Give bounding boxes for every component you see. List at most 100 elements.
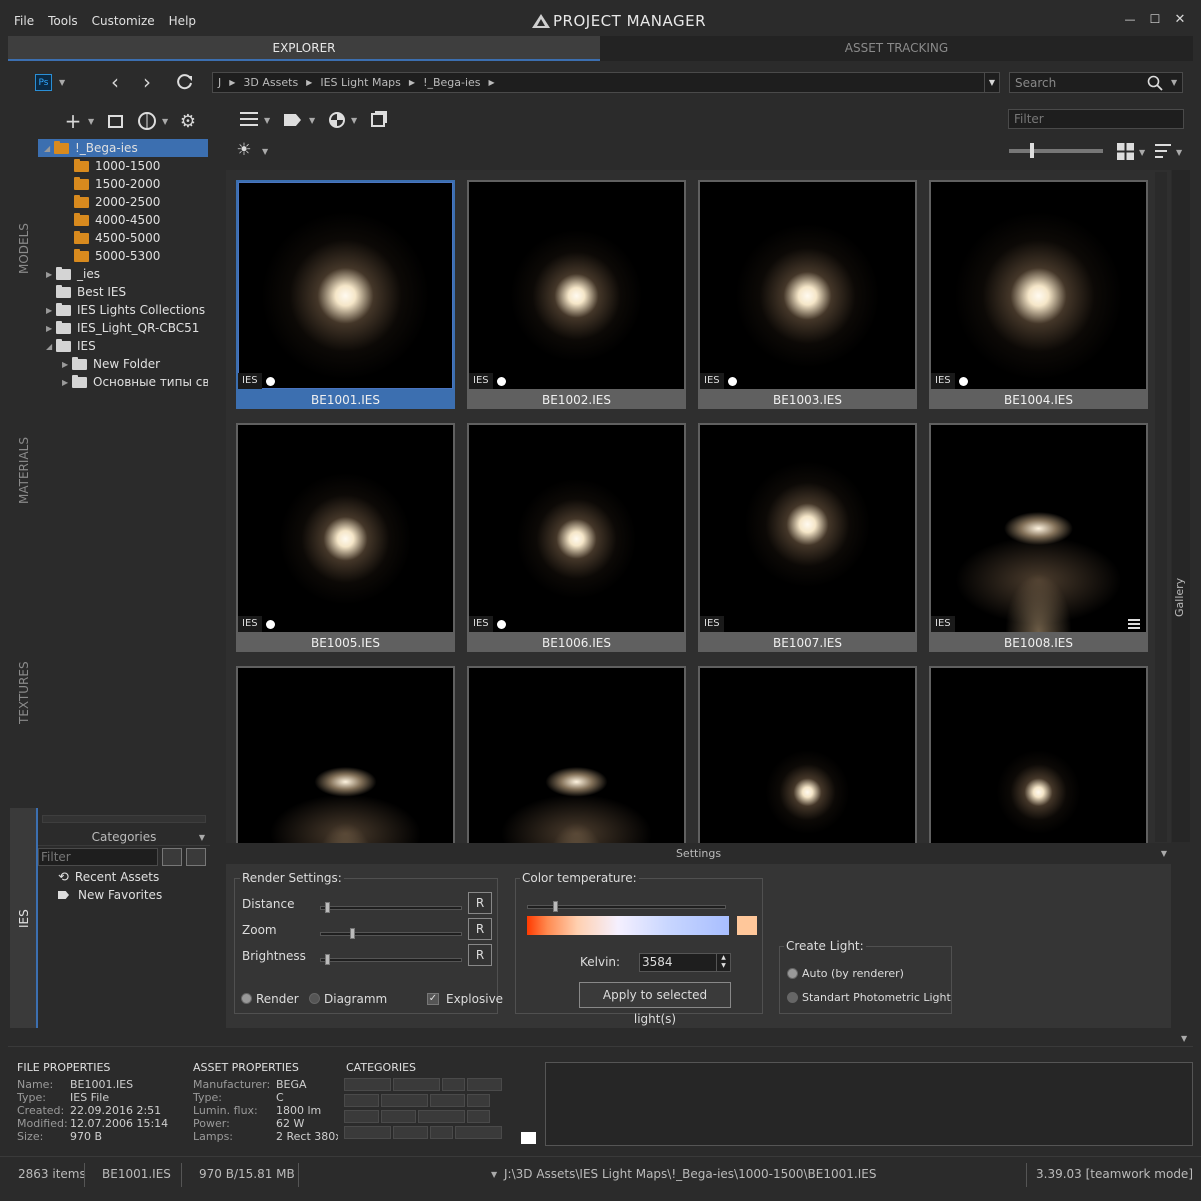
- grid-view-icon[interactable]: [1117, 143, 1134, 160]
- asset-thumbnail[interactable]: IES BE1006.IES: [467, 423, 686, 652]
- tree-item[interactable]: 2000-2500: [74, 193, 160, 211]
- copy-icon[interactable]: [371, 113, 385, 127]
- list-view-icon[interactable]: [240, 112, 258, 128]
- tree-item[interactable]: 4000-4500: [74, 211, 160, 229]
- category-recent-assets[interactable]: ⟲ Recent Assets: [58, 868, 159, 886]
- expand-arrow-icon[interactable]: ▶: [46, 270, 56, 279]
- chevron-down-icon[interactable]: ▼: [491, 1170, 497, 1179]
- details-icon[interactable]: [1128, 619, 1140, 630]
- minimize-button[interactable]: —: [1120, 10, 1140, 28]
- menu-customize[interactable]: Customize: [92, 14, 155, 28]
- expand-arrow-icon[interactable]: ▶: [46, 324, 56, 333]
- expand-arrow-icon[interactable]: ▶: [62, 378, 72, 387]
- expand-arrow-icon[interactable]: ▶: [46, 306, 56, 315]
- chevron-down-icon[interactable]: ▼: [262, 147, 268, 156]
- expand-arrow-icon[interactable]: ◢: [46, 342, 56, 351]
- light-bulb-icon[interactable]: ☀: [234, 140, 254, 160]
- menu-help[interactable]: Help: [169, 14, 196, 28]
- tree-item[interactable]: 5000-5300: [74, 247, 160, 265]
- zoom-slider[interactable]: [320, 932, 462, 936]
- asset-thumbnail[interactable]: [929, 666, 1148, 843]
- kelvin-spin-buttons[interactable]: ▲ ▼: [716, 954, 730, 971]
- tree-item[interactable]: 4500-5000: [74, 229, 160, 247]
- chevron-down-icon[interactable]: ▼: [1181, 1034, 1187, 1043]
- tree-item[interactable]: 1000-1500: [74, 157, 160, 175]
- chevron-down-icon[interactable]: ▼: [1161, 844, 1167, 864]
- photoshop-app-button[interactable]: Ps: [35, 74, 52, 91]
- add-category-button[interactable]: [521, 1132, 536, 1144]
- gallery-filter-input[interactable]: Filter: [1008, 109, 1184, 129]
- tree-item[interactable]: ▶Основные типы светил: [62, 373, 208, 391]
- asset-thumbnail[interactable]: IES BE1004.IES: [929, 180, 1148, 409]
- render-radio[interactable]: [241, 993, 252, 1004]
- asset-thumbnail[interactable]: IES BE1007.IES: [698, 423, 917, 652]
- breadcrumb[interactable]: J ▶ 3D Assets ▶ IES Light Maps ▶ !_Bega-…: [212, 72, 1000, 93]
- chevron-down-icon[interactable]: ▼: [162, 117, 168, 126]
- tree-item[interactable]: ▶ IES Lights Collections: [46, 301, 205, 319]
- chevron-down-icon[interactable]: ▼: [264, 116, 270, 125]
- chevron-down-icon[interactable]: ▼: [351, 116, 357, 125]
- breadcrumb-item[interactable]: !_Bega-ies: [423, 76, 480, 89]
- side-tab-gallery[interactable]: Gallery: [1173, 578, 1186, 617]
- asset-thumbnail[interactable]: IES BE1001.IES: [236, 180, 455, 409]
- tree-item[interactable]: ◢ IES: [46, 337, 96, 355]
- search-icon[interactable]: [1147, 75, 1163, 91]
- category-new-favorites[interactable]: New Favorites: [58, 886, 162, 904]
- distance-slider[interactable]: [320, 906, 462, 910]
- distance-slider-thumb[interactable]: [325, 902, 330, 913]
- photometric-light-radio[interactable]: [787, 992, 798, 1003]
- explosive-checkbox[interactable]: ✓: [427, 993, 439, 1005]
- tab-asset-tracking[interactable]: ASSET TRACKING: [600, 36, 1193, 61]
- side-tab-textures[interactable]: TEXTURES: [17, 661, 31, 724]
- tab-explorer[interactable]: EXPLORER: [8, 36, 600, 61]
- breadcrumb-item[interactable]: J: [218, 76, 221, 89]
- zoom-reset-button[interactable]: R: [468, 918, 492, 940]
- asset-thumbnail[interactable]: IES BE1003.IES: [698, 180, 917, 409]
- settings-header[interactable]: Settings ▼: [226, 844, 1171, 864]
- apply-to-selected-button[interactable]: Apply to selected light(s): [579, 982, 731, 1026]
- tree-item[interactable]: ▶ IES_Light_QR-CBC51: [46, 319, 199, 337]
- distance-reset-button[interactable]: R: [468, 892, 492, 914]
- gallery-collapse-tab[interactable]: [1172, 170, 1190, 842]
- breadcrumb-item[interactable]: 3D Assets: [243, 76, 298, 89]
- maximize-button[interactable]: ☐: [1145, 10, 1165, 28]
- asset-thumbnail[interactable]: IES BE1005.IES: [236, 423, 455, 652]
- chevron-down-icon[interactable]: ▼: [59, 78, 65, 87]
- chevron-down-icon[interactable]: ▼: [88, 117, 94, 126]
- kelvin-input[interactable]: 3584 ▲ ▼: [639, 953, 731, 972]
- gear-icon[interactable]: ⚙: [178, 111, 198, 132]
- color-wheel-icon[interactable]: [329, 112, 345, 128]
- sort-icon[interactable]: [1155, 144, 1171, 159]
- breadcrumb-dropdown[interactable]: ▼: [984, 73, 999, 92]
- copy-categories-button[interactable]: [162, 848, 182, 866]
- side-tab-materials[interactable]: MATERIALS: [17, 437, 31, 504]
- add-button[interactable]: +: [64, 109, 82, 133]
- menu-tools[interactable]: Tools: [48, 14, 78, 28]
- brightness-slider-thumb[interactable]: [325, 954, 330, 965]
- chevron-down-icon[interactable]: ▼: [309, 116, 315, 125]
- diagram-radio[interactable]: [309, 993, 320, 1004]
- back-button[interactable]: ‹: [106, 70, 124, 94]
- chevron-down-icon[interactable]: ▼: [199, 833, 205, 842]
- zoom-slider-thumb[interactable]: [350, 928, 355, 939]
- tree-item[interactable]: 1500-2000: [74, 175, 160, 193]
- tree-item[interactable]: Best IES: [56, 283, 126, 301]
- panel-splitter[interactable]: [212, 105, 226, 1030]
- breadcrumb-item[interactable]: IES Light Maps: [320, 76, 401, 89]
- menu-file[interactable]: File: [14, 14, 34, 28]
- tree-horizontal-scrollbar[interactable]: [42, 815, 206, 823]
- window-icon[interactable]: [108, 115, 123, 128]
- brightness-slider[interactable]: [320, 958, 462, 962]
- auto-renderer-radio[interactable]: [787, 968, 798, 979]
- status-path[interactable]: J:\3D Assets\IES Light Maps\!_Bega-ies\1…: [504, 1167, 876, 1181]
- tree-item[interactable]: ◢ !_Bega-ies: [44, 139, 138, 157]
- properties-splitter[interactable]: [8, 1030, 1193, 1044]
- chevron-down-icon[interactable]: ▼: [1139, 148, 1145, 157]
- temperature-slider-thumb[interactable]: [553, 901, 558, 912]
- search-field[interactable]: Search ▼: [1009, 72, 1183, 93]
- expand-arrow-icon[interactable]: ▶: [62, 360, 72, 369]
- tree-item[interactable]: ▶ New Folder: [62, 355, 160, 373]
- tree-item[interactable]: ▶ _ies: [46, 265, 100, 283]
- close-button[interactable]: ✕: [1170, 10, 1190, 28]
- thumbnail-size-slider[interactable]: [1009, 149, 1103, 153]
